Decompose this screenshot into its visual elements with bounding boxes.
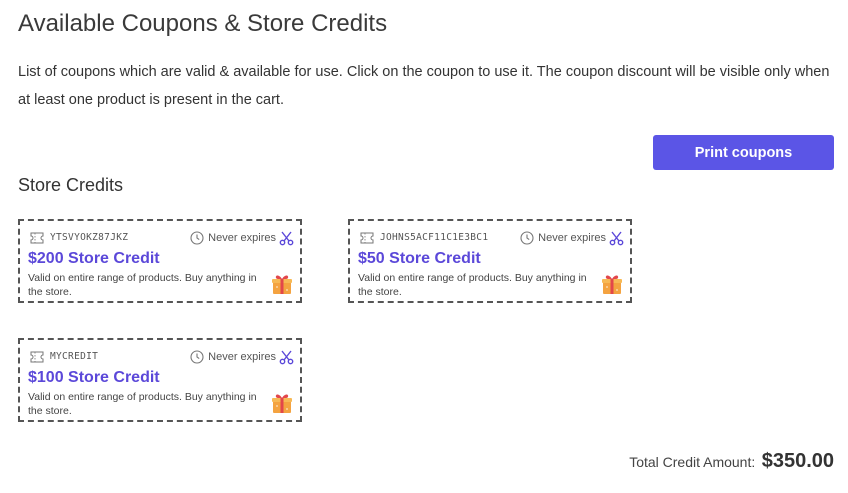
store-credits-heading: Store Credits <box>18 175 124 195</box>
total-credit-value: $350.00 <box>761 450 834 472</box>
scissors-icon[interactable] <box>279 350 294 365</box>
coupon-title: $100 Store Credit <box>28 369 160 386</box>
gift-icon <box>602 275 622 294</box>
scissors-icon[interactable] <box>609 231 624 246</box>
coupon-expiry: Never expires <box>538 232 606 244</box>
coupon-expiry: Never expires <box>208 232 276 244</box>
gift-icon <box>272 275 292 294</box>
coupon-code: JOHNS5ACF11C1E3BC1 <box>380 232 489 243</box>
coupon-code: MYCREDIT <box>50 351 99 362</box>
ticket-icon <box>30 232 44 244</box>
total-credit: Total Credit Amount: $350.00 <box>629 450 834 473</box>
print-coupons-button[interactable]: Print coupons <box>653 135 834 170</box>
clock-icon <box>190 350 204 364</box>
scissors-icon[interactable] <box>279 231 294 246</box>
coupon-card[interactable]: JOHNS5ACF11C1E3BC1 Never expires $50 Sto… <box>348 219 632 303</box>
coupon-expiry: Never expires <box>208 351 276 363</box>
clock-icon <box>190 231 204 245</box>
clock-icon <box>520 231 534 245</box>
ticket-icon <box>30 351 44 363</box>
coupon-card[interactable]: YTSVYOKZ87JKZ Never expires $200 Store C… <box>18 219 302 303</box>
coupon-title: $50 Store Credit <box>358 250 481 267</box>
gift-icon <box>272 394 292 413</box>
coupon-card[interactable]: MYCREDIT Never expires $100 Store Credit… <box>18 338 302 422</box>
total-credit-label: Total Credit Amount: <box>629 454 756 470</box>
coupon-description: Valid on entire range of products. Buy a… <box>358 272 587 298</box>
page-title: Available Coupons & Store Credits <box>18 10 388 37</box>
coupon-title: $200 Store Credit <box>28 250 160 267</box>
ticket-icon <box>360 232 374 244</box>
coupon-description: Valid on entire range of products. Buy a… <box>28 391 257 417</box>
coupon-description: Valid on entire range of products. Buy a… <box>28 272 257 298</box>
coupon-code: YTSVYOKZ87JKZ <box>50 232 129 243</box>
page-description: List of coupons which are valid & availa… <box>18 64 830 108</box>
